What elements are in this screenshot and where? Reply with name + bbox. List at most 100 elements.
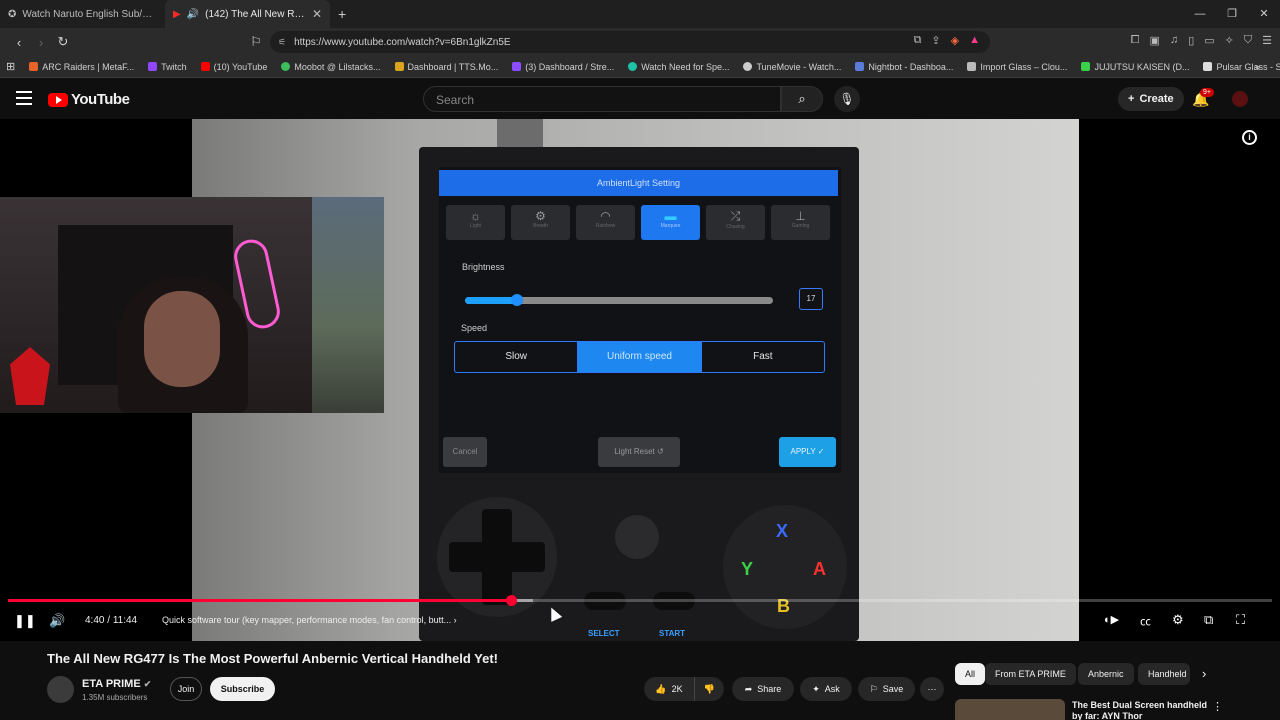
bookmark-item[interactable]: Pulsar Glass - Swerv... [1203,62,1280,72]
volume-icon[interactable]: 🔊 [49,613,65,629]
apps-grid-icon[interactable]: ⊞ [6,60,15,73]
video-title: The All New RG477 Is The Most Powerful A… [47,651,499,666]
bookmark-item[interactable]: Moobot @ Lilstacks... [281,61,381,72]
join-button[interactable]: Join [170,677,202,701]
bookmark-item[interactable]: (3) Dashboard / Stre... [512,62,614,72]
channel-avatar[interactable] [47,676,74,703]
save-button[interactable]: ⚐ Save [858,677,915,701]
bookmark-label: JUJUTSU KAISEN (D... [1094,61,1190,72]
minimize-icon[interactable]: — [1184,0,1216,28]
recommended-more-icon[interactable]: ⋮ [1212,700,1223,713]
search-input[interactable]: Search [423,86,781,112]
bookmark-item[interactable]: Twitch [148,62,187,72]
bookmark-icon[interactable]: ⚐ [245,34,267,50]
wallet-icon[interactable]: ▭ [1204,34,1214,47]
bookmark-favicon-icon [1081,62,1091,71]
mode-label: Chasing [726,224,745,230]
voice-search-button[interactable]: 🎙 [834,86,860,112]
create-button[interactable]: + Create [1118,87,1184,111]
autoplay-toggle-icon[interactable]: ◐▶ [1104,613,1119,626]
search-button[interactable]: ⌕ [781,86,823,112]
extensions-icon[interactable]: ⧠ [1131,34,1140,47]
bookmark-label: (10) YouTube [213,61,268,72]
recommended-thumbnail[interactable] [955,699,1065,720]
stand-pole [497,119,543,149]
plus-icon: + [1128,93,1135,105]
sidebar-icon[interactable]: ▯ [1188,34,1194,47]
more-actions-button[interactable]: ⋯ [920,677,944,701]
pause-icon[interactable]: ❚❚ [14,613,36,629]
recommended-title[interactable]: The Best Dual Screen handheld by far: AY… [1072,700,1212,720]
chip-anbernic[interactable]: Anbernic [1078,663,1134,685]
share-button[interactable]: ➦ Share [732,677,794,701]
menu-icon[interactable]: ☰ [1262,34,1272,47]
info-icon[interactable]: i [1242,130,1257,145]
fullscreen-icon[interactable]: ⛶ [1236,612,1245,628]
miniplayer-icon[interactable]: ⧉ [1204,612,1213,628]
new-tab-button[interactable]: + [330,6,354,22]
bookmark-item[interactable]: Import Glass – Clou... [967,62,1067,72]
video-player[interactable]: AmbientLight Setting ☼ Light ⚙ Breath ◠ Rai… [0,119,1280,641]
scrubber-knob[interactable] [506,595,518,606]
reset-label: Light Reset [614,447,655,456]
channel-name[interactable]: ETA PRIME ✔ [82,678,151,690]
settings-gear-icon[interactable]: ⚙ [1172,612,1184,628]
bookmark-item[interactable]: Nightbot - Dashboa... [855,62,953,72]
dislike-button[interactable]: 👎 [694,677,724,701]
tab-search-icon[interactable]: ▣ [1150,34,1160,47]
site-icon: ✪ [8,8,17,20]
youtube-logo[interactable]: YouTube [48,91,130,108]
channel-name-text: ETA PRIME [82,678,141,690]
like-button[interactable]: 👍 2K [644,677,694,701]
browser-tab-2[interactable]: ▶ 🔊 (142) The All New RG477 Is Th ✕ [165,0,330,28]
bookmark-item[interactable]: Watch Need for Spe... [628,62,729,72]
browser-tab-1[interactable]: ✪ Watch Naruto English Sub/Dub online [0,0,165,28]
bookmark-favicon-icon [200,62,210,71]
mode-label: Gaming [791,223,810,229]
url-field[interactable]: ⚟ https://www.youtube.com/watch?v=6Bn1gl… [270,31,990,53]
rewards-icon[interactable]: ▲ [969,34,980,47]
bookmark-item[interactable]: (10) YouTube [200,61,268,72]
reload-icon[interactable]: ↻ [52,34,74,50]
ask-button[interactable]: ✦ Ask [800,677,852,701]
captions-icon[interactable]: ㏄ [1140,613,1151,629]
chapter-title[interactable]: Quick software tour (key mapper, perform… [162,615,457,625]
bookmark-item[interactable]: TuneMovie - Watch... [743,62,841,72]
chip-all[interactable]: All [955,663,986,685]
bookmark-item[interactable]: ARC Raiders | MetaF... [29,62,134,72]
progress-bar[interactable] [8,595,1272,606]
chips-next-icon[interactable]: › [1202,666,1206,681]
close-tab-icon[interactable]: ✕ [312,7,322,21]
bookmark-save-icon: ⚐ [869,683,878,694]
restore-icon[interactable]: ❐ [1216,0,1248,28]
media-icon[interactable]: ♫ [1170,34,1178,47]
vpn-icon[interactable]: ⛉ [1244,34,1252,47]
ambient-light-title: AmbientLight Setting [439,170,838,196]
subscribe-button[interactable]: Subscribe [210,677,275,701]
site-settings-icon[interactable]: ⚟ [278,37,286,48]
close-window-icon[interactable]: ✕ [1248,0,1280,28]
chip-from-channel[interactable]: From ETA PRIME [985,663,1076,685]
share-page-icon[interactable]: ⇪ [931,34,940,47]
chip-handheld[interactable]: Handheld [1138,663,1190,685]
breath-icon: ⚙ [535,209,546,223]
bookmark-label: Moobot @ Lilstacks... [294,61,381,72]
thumbs-down-icon: 👎 [703,683,716,694]
account-avatar[interactable] [1232,91,1248,107]
brightness-value: 17 [799,288,823,310]
hamburger-menu-icon[interactable] [16,91,32,109]
create-label: Create [1139,93,1174,105]
open-external-icon[interactable]: ⧉ [914,34,922,47]
more-bookmarks-icon[interactable]: » [1255,62,1260,72]
bookmark-item[interactable]: JUJUTSU KAISEN (D... [1081,62,1189,72]
back-icon[interactable]: ‹ [8,35,30,50]
light-reset-screen-button: Light Reset ↺ [598,437,680,467]
extensions-bar: ⧠ ▣ ♫ ▯ ▭ ✧ ⛉ ☰ [1131,34,1272,47]
youtube-wordmark: YouTube [71,91,130,108]
ai-icon[interactable]: ✧ [1225,34,1234,47]
forward-icon[interactable]: › [30,35,52,50]
brightness-label: Brightness [462,262,505,272]
brave-shield-icon[interactable]: ◈ [951,34,959,47]
bookmark-item[interactable]: Dashboard | TTS.Mo... [394,62,498,72]
apply-screen-button: APPLY ✓ [779,437,836,467]
